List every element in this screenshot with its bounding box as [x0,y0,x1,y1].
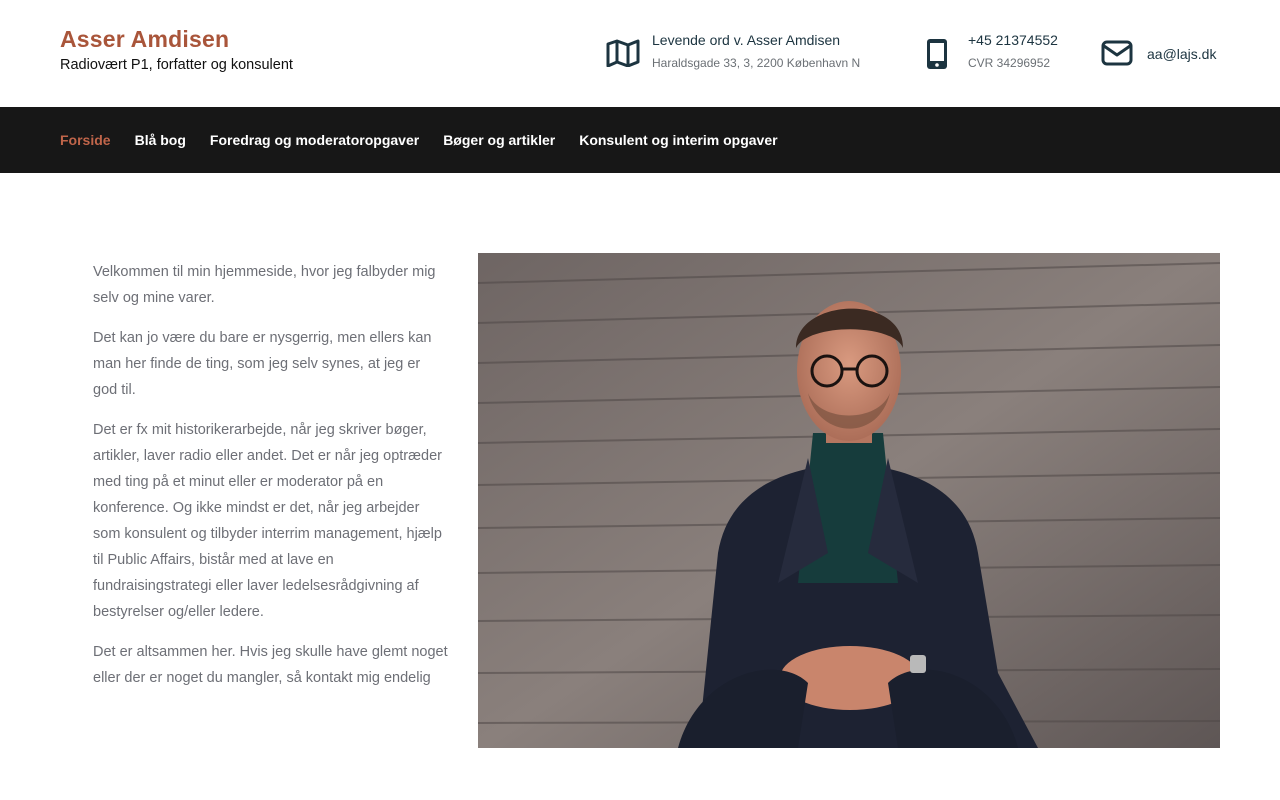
email-link[interactable]: aa@lajs.dk [1147,45,1216,63]
intro-text: Velkommen til min hjemmeside, hvor jeg f… [93,259,448,705]
brand[interactable]: Asser Amdisen Radiovært P1, forfatter og… [60,24,293,74]
intro-paragraph: Det kan jo være du bare er nysgerrig, me… [93,330,432,398]
intro-paragraph: Det er fx mit historikerarbejde, når jeg… [93,422,442,620]
nav-item-forside[interactable]: Forside [60,132,111,148]
envelope-icon [1101,40,1133,66]
company-name: Levende ord v. Asser Amdisen [652,32,841,48]
contact-phone: +45 21374552 CVR 34296952 [926,31,1058,71]
phone-number[interactable]: +45 21374552 [968,31,1058,49]
main-navigation: Forside Blå bog Foredrag og moderatoropg… [0,107,1280,173]
nav-item-boeger[interactable]: Bøger og artikler [443,132,555,148]
site-tagline: Radiovært P1, forfatter og konsulent [60,57,293,73]
portrait-illustration [478,253,1220,748]
street-address: Haraldsgade 33, 3, 2200 København N [652,56,861,70]
nav-item-blaa-bog[interactable]: Blå bog [135,132,186,148]
site-header: Asser Amdisen Radiovært P1, forfatter og… [0,0,1280,107]
portrait-photo [478,253,1220,748]
intro-paragraph: Det er altsammen her. Hvis jeg skulle ha… [93,644,448,686]
contact-address: Levende ord v. Asser Amdisen Haraldsgade… [606,31,860,71]
site-title[interactable]: Asser Amdisen [60,24,293,54]
map-icon [606,39,640,67]
intro-paragraph: Velkommen til min hjemmeside, hvor jeg f… [93,264,436,306]
nav-menu: Forside Blå bog Foredrag og moderatoropg… [0,107,1280,173]
nav-item-konsulent[interactable]: Konsulent og interim opgaver [579,132,777,148]
nav-item-foredrag[interactable]: Foredrag og moderatoropgaver [210,132,419,148]
contact-email: aa@lajs.dk [1101,40,1216,66]
mobile-phone-icon [926,38,948,70]
cvr-number: CVR 34296952 [968,56,1051,70]
